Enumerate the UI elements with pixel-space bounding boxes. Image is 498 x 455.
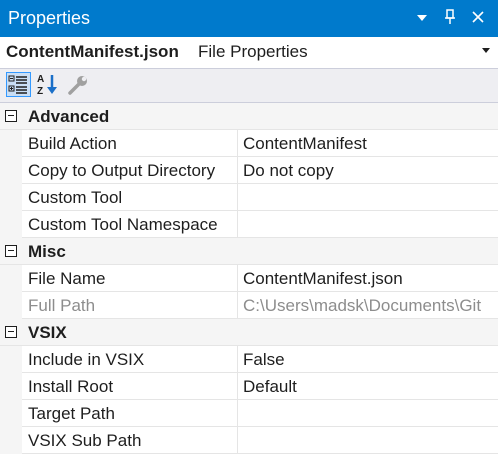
object-type: File Properties bbox=[198, 42, 308, 61]
title-bar: Properties bbox=[0, 0, 498, 37]
property-row-include-in-vsix[interactable]: Include in VSIX False bbox=[0, 346, 498, 373]
categorized-button[interactable] bbox=[6, 72, 31, 97]
property-pages-button[interactable] bbox=[66, 72, 91, 97]
category-advanced[interactable]: Advanced bbox=[0, 103, 498, 130]
property-value[interactable] bbox=[238, 184, 498, 210]
close-icon[interactable] bbox=[468, 6, 488, 28]
property-name: Target Path bbox=[22, 400, 238, 426]
property-value[interactable] bbox=[238, 400, 498, 426]
dropdown-menu-icon[interactable] bbox=[412, 6, 432, 28]
property-value[interactable]: ContentManifest.json bbox=[238, 265, 498, 291]
category-misc[interactable]: Misc bbox=[0, 238, 498, 265]
property-name: VSIX Sub Path bbox=[22, 427, 238, 453]
svg-text:A: A bbox=[37, 74, 44, 85]
property-row-full-path[interactable]: Full Path C:\Users\madsk\Documents\Git bbox=[0, 292, 498, 319]
row-margin bbox=[0, 373, 22, 400]
row-margin bbox=[0, 157, 22, 184]
property-row-vsix-sub-path[interactable]: VSIX Sub Path bbox=[0, 427, 498, 454]
property-name: Include in VSIX bbox=[22, 346, 238, 372]
property-name: Copy to Output Directory bbox=[22, 157, 238, 183]
property-row-custom-tool-namespace[interactable]: Custom Tool Namespace bbox=[0, 211, 498, 238]
category-label: Misc bbox=[28, 242, 66, 261]
property-name: Install Root bbox=[22, 373, 238, 399]
property-value[interactable]: ContentManifest bbox=[238, 130, 498, 156]
alphabetical-button[interactable]: A Z bbox=[35, 72, 60, 97]
properties-window: Properties ContentManifest.json File Pro… bbox=[0, 0, 498, 455]
property-value[interactable]: Default bbox=[238, 373, 498, 399]
row-margin bbox=[0, 346, 22, 373]
object-selector[interactable]: ContentManifest.json File Properties bbox=[0, 37, 498, 69]
property-value[interactable]: C:\Users\madsk\Documents\Git bbox=[238, 292, 498, 318]
collapse-icon[interactable] bbox=[5, 245, 17, 257]
property-row-file-name[interactable]: File Name ContentManifest.json bbox=[0, 265, 498, 292]
property-value[interactable]: False bbox=[238, 346, 498, 372]
property-value[interactable] bbox=[238, 427, 498, 453]
collapse-icon[interactable] bbox=[5, 326, 17, 338]
property-name: Custom Tool bbox=[22, 184, 238, 210]
wrench-icon bbox=[68, 76, 87, 95]
property-grid: Advanced Build Action ContentManifest Co… bbox=[0, 103, 498, 455]
property-value[interactable]: Do not copy bbox=[238, 157, 498, 183]
category-vsix[interactable]: VSIX bbox=[0, 319, 498, 346]
row-margin bbox=[0, 400, 22, 427]
property-name: Custom Tool Namespace bbox=[22, 211, 238, 237]
alphabetical-icon: A Z bbox=[37, 74, 57, 97]
object-name: ContentManifest.json bbox=[6, 42, 179, 61]
property-row-install-root[interactable]: Install Root Default bbox=[0, 373, 498, 400]
property-row-copy-to-output[interactable]: Copy to Output Directory Do not copy bbox=[0, 157, 498, 184]
row-margin bbox=[0, 427, 22, 454]
property-row-target-path[interactable]: Target Path bbox=[0, 400, 498, 427]
category-label: VSIX bbox=[28, 323, 67, 342]
row-margin bbox=[0, 130, 22, 157]
collapse-icon[interactable] bbox=[5, 110, 17, 122]
properties-toolbar: A Z bbox=[0, 69, 498, 103]
row-margin bbox=[0, 184, 22, 211]
categorized-icon bbox=[8, 75, 27, 94]
category-label: Advanced bbox=[28, 107, 110, 126]
property-name: Build Action bbox=[22, 130, 238, 156]
property-value[interactable] bbox=[238, 211, 498, 237]
property-name: Full Path bbox=[22, 292, 238, 318]
svg-text:Z: Z bbox=[37, 86, 43, 97]
chevron-down-icon[interactable] bbox=[482, 48, 490, 53]
property-row-custom-tool[interactable]: Custom Tool bbox=[0, 184, 498, 211]
row-margin bbox=[0, 292, 22, 319]
property-row-build-action[interactable]: Build Action ContentManifest bbox=[0, 130, 498, 157]
row-margin bbox=[0, 211, 22, 238]
row-margin bbox=[0, 265, 22, 292]
window-title: Properties bbox=[8, 8, 91, 28]
pin-icon[interactable] bbox=[440, 6, 460, 28]
property-name: File Name bbox=[22, 265, 238, 291]
